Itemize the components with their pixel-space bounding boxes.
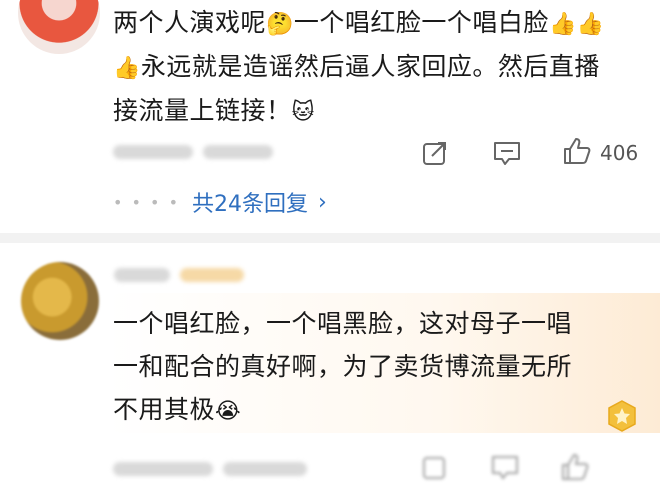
- share-icon[interactable]: [422, 140, 448, 166]
- comment-text-line: 永远就是造谣然后逼人家回应。然后直播: [140, 52, 600, 81]
- avatar[interactable]: [21, 262, 99, 340]
- username-blurred[interactable]: [114, 264, 314, 286]
- comment-icon[interactable]: [490, 454, 520, 484]
- comment-meta-blurred: [113, 458, 413, 478]
- thumbs-up-icon[interactable]: [562, 136, 592, 166]
- view-replies-link[interactable]: • • • • 共24条回复 ›: [113, 186, 327, 218]
- cat-emoji-icon: 🐱: [291, 100, 315, 125]
- user-badge-blurred: [180, 267, 244, 282]
- share-icon[interactable]: [422, 454, 448, 484]
- comment-text: 两个人演戏呢🤔一个唱红脸一个唱白脸👍👍 👍永远就是造谣然后逼人家回应。然后直播 …: [113, 2, 653, 134]
- comment-text-line: 一个唱红脸一个唱白脸: [293, 8, 549, 37]
- username-blurred-bar: [114, 267, 170, 282]
- comment-text-line: 两个人演戏呢: [113, 8, 267, 37]
- like-count: 406: [600, 141, 639, 165]
- thumbs-up-icon[interactable]: [560, 452, 590, 486]
- timestamp-blurred: [113, 461, 213, 476]
- thumbs-up-emoji-icon: 👍: [576, 12, 605, 37]
- comment-text-line: 接流量上链接！: [113, 96, 292, 125]
- chevron-right-icon: ›: [318, 189, 327, 215]
- comment-text-line: 一个唱红脸，一个唱黑脸，这对母子一唱: [113, 309, 573, 338]
- thinking-emoji-icon: 🤔: [266, 12, 294, 37]
- comment-text: 一个唱红脸，一个唱黑脸，这对母子一唱 一和配合的真好啊，为了卖货博流量无所 不用…: [113, 302, 633, 433]
- reply-dots: • • • •: [113, 192, 181, 212]
- avatar[interactable]: [18, 0, 100, 54]
- thumbs-up-emoji-icon: 👍: [548, 12, 577, 37]
- star-badge-icon: [604, 398, 640, 434]
- timestamp-blurred: [113, 144, 193, 159]
- comment-meta-blurred: [113, 141, 313, 161]
- crying-emoji-icon: 😭: [215, 399, 242, 424]
- comment-text-line: 一和配合的真好啊，为了卖货博流量无所: [113, 352, 573, 381]
- location-blurred: [223, 461, 307, 476]
- replies-label: 共24条回复: [192, 192, 309, 217]
- thumbs-up-emoji-icon: 👍: [113, 56, 141, 81]
- divider: [0, 233, 660, 243]
- location-blurred: [203, 144, 273, 159]
- comment-text-line: 不用其极: [113, 395, 216, 424]
- comment-icon[interactable]: [492, 140, 522, 166]
